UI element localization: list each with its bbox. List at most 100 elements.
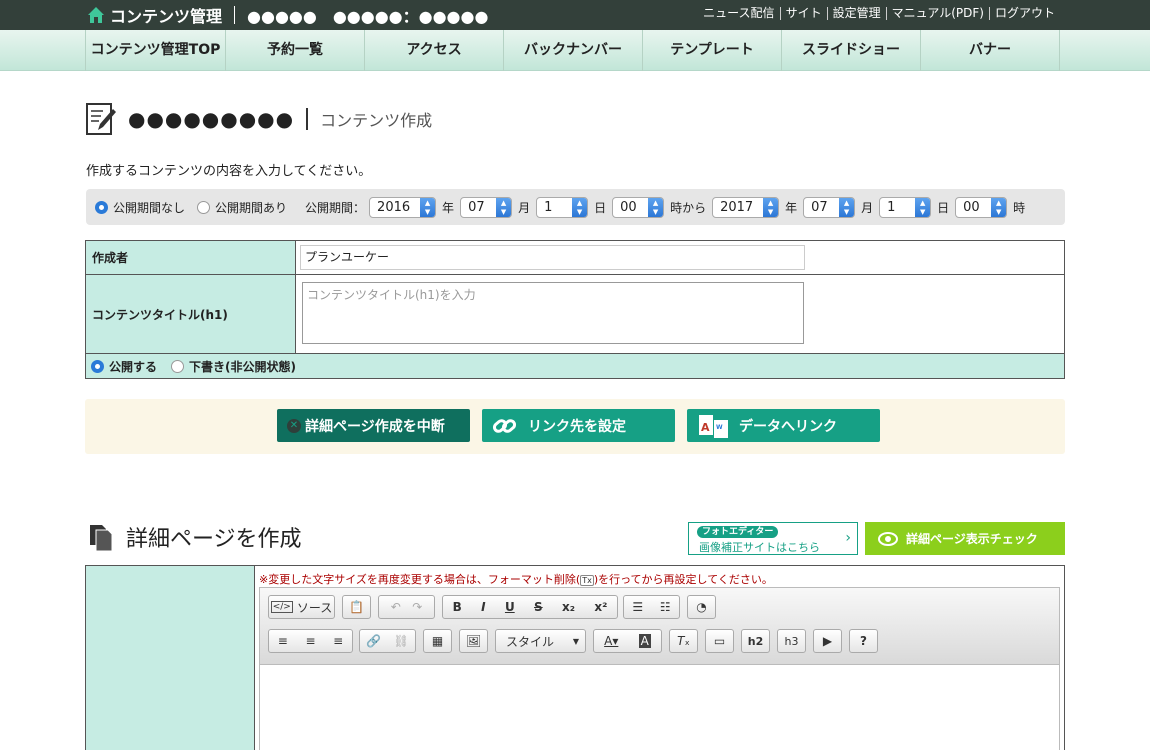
end-day-select[interactable]: 1 ▲ ▼ [879,196,932,218]
help-button[interactable]: ? [849,629,878,653]
start-day-select[interactable]: 1 ▲ ▼ [536,196,589,218]
hr-icon: ▭ [713,634,726,648]
top-links: ニュース配信 サイト 設定管理 マニュアル(PDF) ログアウト [698,7,1060,20]
period-set-label: 公開期間あり [215,200,288,215]
h3-icon: h3 [784,634,799,648]
start-year-select[interactable]: 2016 ▲ ▼ [369,196,437,218]
data-link-button[interactable]: AW データへリンク [687,409,880,442]
chevron-updown-icon: ▲ ▼ [648,197,664,217]
color-group[interactable]: A▾ A [593,629,662,653]
anchor-button[interactable]: ◔ [687,595,716,619]
remove-format-button[interactable]: Tₓ [669,629,698,653]
draft-radio[interactable] [171,359,185,373]
link-group[interactable]: 🔗 ⛓ [359,629,416,653]
link-manual[interactable]: マニュアル(PDF) [885,7,989,20]
horizontal-rule-button[interactable]: ▭ [705,629,734,653]
publish-label: 公開する [109,359,158,374]
clipboard-icon: 📋 [349,600,364,614]
period-none-label: 公開期間なし [113,200,186,215]
bg-color-icon: A [638,634,651,648]
subscript-icon: x₂ [562,600,575,614]
strike-icon: S [534,600,543,614]
text-color-icon: A▾ [604,634,619,648]
nav-item-reservations[interactable]: 予約一覧 [225,30,364,71]
format-warning: ※変更した文字サイズを再度変更する場合は、フォーマット削除(Tx)を行ってから再… [259,573,773,586]
h2-button[interactable]: h2 [741,629,770,653]
paste-button[interactable]: 📋 [342,595,371,619]
style-dropdown[interactable]: スタイル ▼ [495,629,586,653]
editor-content-area[interactable] [259,665,1060,750]
align-group[interactable]: ≡ ≡ ≡ [268,629,353,653]
image-button[interactable]: 🖼 [459,629,488,653]
chevron-updown-icon: ▲ ▼ [763,197,779,217]
source-button[interactable]: </> ソース [268,595,335,619]
chevron-right-icon: › [845,530,851,546]
undo-redo-group[interactable]: ↶ ↷ [378,595,435,619]
start-hour-select[interactable]: 00 ▲ ▼ [612,196,665,218]
start-month-select[interactable]: 07 ▲ ▼ [460,196,513,218]
detail-heading: 詳細ページを作成 [86,521,302,553]
photo-editor-badge: フォトエディター [697,526,779,538]
nav-item-slideshow[interactable]: スライドショー [781,30,920,71]
home-icon [88,7,104,23]
end-hour-select[interactable]: 00 ▲ ▼ [955,196,1008,218]
source-icon: </> [270,601,293,613]
h3-button[interactable]: h3 [777,629,806,653]
title-textarea[interactable]: コンテンツタイトル(h1)を入力 [302,282,804,344]
main-nav: コンテンツ管理TOP 予約一覧 アクセス バックナンバー テンプレート スライド… [0,30,1150,71]
remove-format-icon: Tₓ [677,634,690,648]
link-news[interactable]: ニュース配信 [698,7,779,20]
publish-radio[interactable] [91,359,104,373]
brand[interactable]: コンテンツ管理 ●●●●● ●●●●●：●●●●● [86,3,488,27]
chevron-updown-icon: ▲ ▼ [915,197,931,217]
link-icon [492,418,517,433]
page-title: ●●●●●●●●● [128,107,295,131]
file-icon: AW [699,414,728,438]
end-year-select[interactable]: 2017 ▲ ▼ [712,196,780,218]
align-left-icon: ≡ [277,634,288,648]
photo-editor-link[interactable]: フォトエディター 画像補正サイトはこちら › [688,522,858,555]
action-bar: ✕ 詳細ページ作成を中断 リンク先を設定 AW データへリンク [85,399,1065,454]
nav-item-banner[interactable]: バナー [920,30,1060,71]
link-site[interactable]: サイト [779,7,827,20]
edit-document-icon [86,103,116,135]
period-set-radio[interactable] [197,200,211,214]
editor-toolbar: </> ソース 📋 ↶ ↷ B I U Sx₂ x² ☰ ☷ ◔ ≡ ≡ ≡ 🔗 ⛓ ▦ 🖼 スタ… [259,587,1060,665]
documents-icon [90,525,113,552]
eye-icon [878,531,898,546]
link-logout[interactable]: ログアウト [988,7,1060,20]
end-month-select[interactable]: 07 ▲ ▼ [803,196,856,218]
list-group[interactable]: ☰ ☷ [623,595,680,619]
chevron-updown-icon: ▲ ▼ [572,197,588,217]
nav-item-access[interactable]: アクセス [364,30,503,71]
chevron-updown-icon: ▲ ▼ [420,197,436,217]
align-right-icon: ≡ [333,634,344,648]
content-form: 作成者 プランユーケー コンテンツタイトル(h1) コンテンツタイトル(h1)を… [85,240,1065,379]
anchor-icon: ◔ [696,600,707,614]
nav-item-backnumber[interactable]: バックナンバー [503,30,642,71]
photo-editor-text: 画像補正サイトはこちら [699,541,820,554]
period-none-radio[interactable] [95,200,108,214]
clear-format-icon: Tx [580,575,594,586]
period-label: 公開期間： [305,200,366,215]
set-link-button[interactable]: リンク先を設定 [482,409,675,442]
text-format-group[interactable]: B I U Sx₂ x² [442,595,618,619]
unlink-icon: ⛓ [393,634,409,648]
svg-text:W: W [716,424,723,431]
video-icon: ▶ [822,634,833,648]
video-button[interactable]: ▶ [813,629,842,653]
table-icon: ▦ [431,634,444,648]
editor-label-cell [86,566,255,750]
undo-icon: ↶ [390,600,401,614]
preview-check-button[interactable]: 詳細ページ表示チェック [865,522,1065,555]
nav-item-template[interactable]: テンプレート [642,30,781,71]
page-description: 作成するコンテンツの内容を入力してください。 [86,164,372,179]
link-tool-icon: 🔗 [366,634,382,648]
author-input[interactable]: プランユーケー [300,245,805,270]
superscript-icon: x² [594,600,608,614]
table-button[interactable]: ▦ [423,629,452,653]
nav-item-top[interactable]: コンテンツ管理TOP [85,30,225,71]
cancel-detail-button[interactable]: ✕ 詳細ページ作成を中断 [277,409,470,442]
close-circle-icon: ✕ [287,418,301,433]
link-settings[interactable]: 設定管理 [826,7,886,20]
